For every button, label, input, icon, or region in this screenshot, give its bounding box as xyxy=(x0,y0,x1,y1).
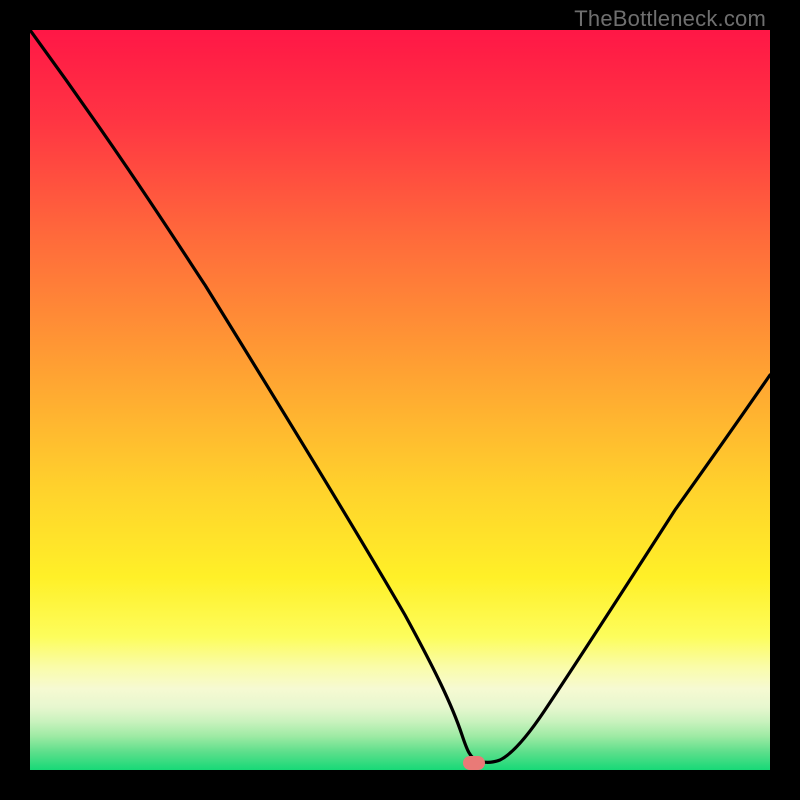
bottleneck-curve xyxy=(30,30,770,770)
curve-path xyxy=(30,30,770,762)
plot-area xyxy=(30,30,770,770)
chart-frame: TheBottleneck.com xyxy=(0,0,800,800)
optimal-marker xyxy=(463,756,485,770)
watermark-text: TheBottleneck.com xyxy=(574,6,766,32)
